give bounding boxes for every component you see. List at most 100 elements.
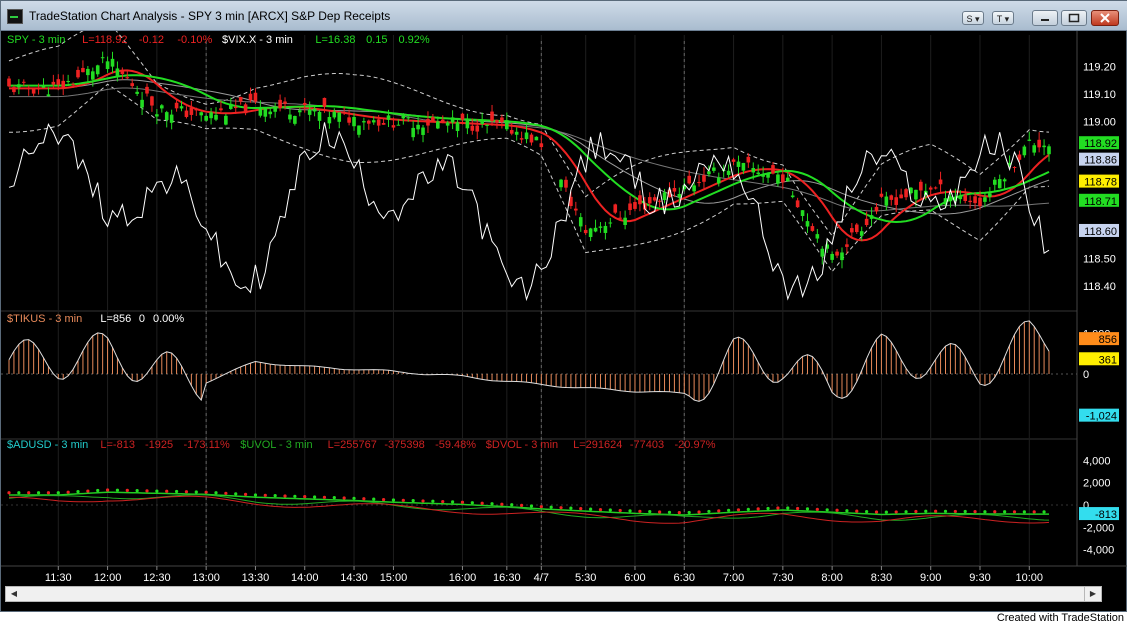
- adusd-marker: [155, 489, 159, 493]
- candle-body: [155, 114, 159, 117]
- time-tick-label: 11:30: [45, 572, 72, 584]
- candle-body: [490, 111, 494, 122]
- candle-body: [174, 102, 179, 109]
- candle-body: [800, 210, 805, 217]
- candle-body: [534, 136, 539, 141]
- adusd-marker: [441, 499, 445, 504]
- candle-body: [337, 112, 342, 122]
- adusd-marker: [105, 488, 110, 492]
- close-button[interactable]: [1091, 10, 1119, 26]
- candle-body: [869, 215, 874, 219]
- candle-body: [736, 161, 741, 167]
- legend-entry: -0.12: [139, 34, 164, 46]
- scroll-left-arrow-icon[interactable]: ◀: [7, 588, 21, 600]
- candle-body: [958, 196, 963, 200]
- adusd-marker: [717, 509, 721, 513]
- adusd-marker: [86, 489, 90, 493]
- candle-body: [357, 125, 361, 135]
- adusd-marker: [648, 510, 652, 514]
- adusd-marker: [894, 510, 898, 514]
- candle-body: [189, 107, 194, 115]
- adusd-marker: [914, 509, 918, 514]
- tikus-pane[interactable]: [1, 320, 1077, 402]
- candle-body: [647, 197, 652, 204]
- scroll-right-button[interactable]: ▶: [1084, 586, 1102, 602]
- adusd-marker: [76, 490, 80, 494]
- candle-body: [307, 109, 312, 115]
- adusd-marker: [391, 498, 396, 502]
- tick-line: [8, 320, 1050, 402]
- candle-body: [938, 179, 943, 185]
- candle-body: [110, 58, 115, 67]
- candle-body: [342, 112, 346, 114]
- title-bar[interactable]: TradeStation Chart Analysis - SPY 3 min …: [1, 1, 1127, 31]
- adusd-marker: [756, 507, 760, 511]
- candle-body: [751, 168, 756, 173]
- app-chart-icon: [7, 9, 23, 24]
- last-value-badge-text: 118.78: [1084, 177, 1117, 189]
- chart-canvas[interactable]: 119.20 119.10 119.00 118.50 118.40 118.92 118.…: [1, 31, 1127, 584]
- last-value-badge-text: 118.60: [1084, 226, 1117, 238]
- candle-body: [583, 229, 588, 234]
- candle-body: [21, 81, 26, 83]
- legend-entry: L=255767: [328, 439, 377, 451]
- candle-body: [480, 120, 484, 124]
- candle-body: [164, 112, 169, 120]
- candle-body: [914, 189, 918, 200]
- maximize-button[interactable]: [1061, 10, 1087, 26]
- candle-body: [7, 78, 11, 87]
- candle-body: [835, 251, 839, 256]
- time-tick-label: 14:30: [340, 572, 368, 584]
- candle-body: [386, 115, 391, 120]
- last-value-badge-text: 118.92: [1084, 138, 1117, 150]
- adusd-marker: [470, 501, 474, 505]
- legend-entry: -1925: [145, 439, 173, 451]
- adusd-marker: [411, 499, 415, 503]
- symbol-link-s-button[interactable]: S ▾: [962, 11, 984, 25]
- chevron-down-icon: ▾: [1004, 14, 1010, 24]
- candle-body: [243, 104, 248, 114]
- candle-body: [850, 228, 854, 233]
- legend-entry: $VIX.X - 3 min: [222, 34, 293, 46]
- candle-body: [559, 179, 563, 188]
- candle-body: [194, 109, 199, 111]
- adusd-marker: [746, 507, 750, 511]
- footer-credit: Created with TradeStation: [996, 612, 1124, 624]
- symbol-link-s-label: S: [966, 14, 973, 24]
- candle-body: [505, 120, 509, 130]
- candle-body: [603, 225, 608, 233]
- candle-body: [120, 71, 125, 75]
- candle-body: [652, 197, 657, 201]
- adusd-marker: [766, 506, 770, 511]
- candle-body: [248, 93, 253, 101]
- pane-legends: SPY - 3 min L=118.92 -0.12 -0.10% $VIX.X - 3…: [7, 34, 716, 451]
- horizontal-scrollbar[interactable]: ◀: [5, 586, 1101, 602]
- candle-body: [268, 111, 273, 115]
- minimize-button[interactable]: [1032, 10, 1058, 26]
- adusd-marker: [796, 506, 800, 511]
- slow-average-line: [9, 74, 1050, 224]
- candle-body: [159, 105, 164, 109]
- price-pane[interactable]: [7, 31, 1051, 302]
- candle-body: [224, 115, 228, 125]
- breadth-pane[interactable]: [1, 488, 1077, 524]
- candle-body: [219, 108, 223, 111]
- adusd-marker: [707, 509, 711, 514]
- candle-body: [820, 248, 825, 257]
- candle-body: [115, 68, 120, 77]
- adusd-marker: [372, 497, 376, 501]
- adusd-marker: [618, 508, 622, 513]
- time-tick-label: 10:00: [1016, 572, 1044, 584]
- candle-body: [298, 110, 302, 113]
- candle-body: [95, 65, 100, 75]
- symbol-link-t-button[interactable]: T ▾: [992, 11, 1014, 25]
- chart-window: TradeStation Chart Analysis - SPY 3 min …: [0, 0, 1127, 612]
- candle-body: [76, 69, 80, 78]
- candle-body: [431, 117, 435, 122]
- candle-body: [524, 132, 529, 140]
- adusd-marker: [598, 507, 603, 512]
- minimize-icon: [1041, 19, 1049, 21]
- candle-body: [712, 167, 716, 171]
- legend-entry: -173.11%: [184, 439, 230, 451]
- candle-body: [61, 80, 66, 89]
